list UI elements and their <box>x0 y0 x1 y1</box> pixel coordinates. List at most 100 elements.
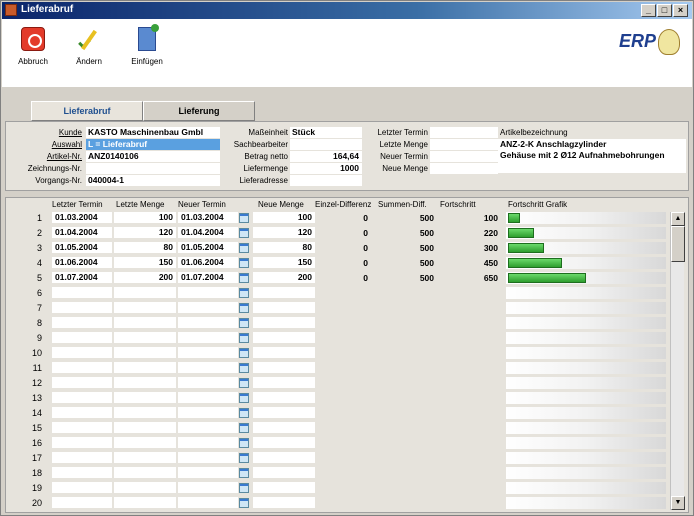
close-button[interactable]: × <box>673 4 688 17</box>
calendar-icon[interactable] <box>239 483 249 493</box>
neuer-termin-cell[interactable] <box>178 317 238 328</box>
calendar-icon[interactable] <box>239 348 249 358</box>
neue-menge-cell[interactable] <box>253 467 315 478</box>
neue-menge-cell[interactable] <box>253 332 315 343</box>
calendar-icon[interactable] <box>239 378 249 388</box>
neuer-termin-cell[interactable] <box>178 437 238 448</box>
letzte-menge-cell[interactable] <box>114 362 176 373</box>
neuer-termin-field[interactable] <box>430 151 498 162</box>
letzte-menge-cell[interactable] <box>114 437 176 448</box>
calendar-icon[interactable] <box>239 318 249 328</box>
calendar-icon[interactable] <box>239 363 249 373</box>
letzter-termin-cell[interactable] <box>52 437 112 448</box>
neuer-termin-cell[interactable] <box>178 377 238 388</box>
letzter-termin-cell[interactable] <box>52 302 112 313</box>
minimize-button[interactable]: _ <box>641 4 656 17</box>
letzter-termin-cell[interactable] <box>52 422 112 433</box>
calendar-icon[interactable] <box>239 423 249 433</box>
neue-menge-cell[interactable]: 80 <box>253 242 315 253</box>
neue-menge-cell[interactable] <box>253 317 315 328</box>
calendar-icon[interactable] <box>239 243 249 253</box>
letzter-termin-cell[interactable] <box>52 287 112 298</box>
letzte-menge-cell[interactable] <box>114 497 176 508</box>
letzter-termin-cell[interactable] <box>52 407 112 418</box>
neuer-termin-cell[interactable] <box>178 422 238 433</box>
sachbearbeiter-field[interactable] <box>290 139 362 150</box>
calendar-icon[interactable] <box>239 393 249 403</box>
letzter-termin-cell[interactable]: 01.05.2004 <box>52 242 112 253</box>
neuer-termin-cell[interactable] <box>178 452 238 463</box>
masseinheit-field[interactable]: Stück <box>290 127 362 138</box>
letzte-menge-cell[interactable]: 120 <box>114 227 176 238</box>
neue-menge-cell[interactable] <box>253 497 315 508</box>
vorgang-field[interactable]: 040004-1 <box>86 175 220 186</box>
calendar-icon[interactable] <box>239 468 249 478</box>
betrag-field[interactable]: 164,64 <box>290 151 362 162</box>
letzte-menge-cell[interactable]: 100 <box>114 212 176 223</box>
neue-menge-cell[interactable] <box>253 452 315 463</box>
scroll-up-button[interactable]: ▲ <box>671 212 685 226</box>
neue-menge-cell[interactable]: 100 <box>253 212 315 223</box>
letzte-menge-cell[interactable]: 200 <box>114 272 176 283</box>
letzter-termin-cell[interactable] <box>52 332 112 343</box>
neue-menge-cell[interactable] <box>253 362 315 373</box>
letzte-menge-cell[interactable] <box>114 407 176 418</box>
artikelbez-field[interactable]: ANZ-2-K Anschlagzylinder Gehäuse mit 2 Ø… <box>498 139 686 173</box>
scroll-down-button[interactable]: ▼ <box>671 496 685 510</box>
neue-menge-cell[interactable] <box>253 392 315 403</box>
neue-menge-cell[interactable] <box>253 377 315 388</box>
letzte-menge-cell[interactable] <box>114 392 176 403</box>
calendar-icon[interactable] <box>239 333 249 343</box>
neuer-termin-cell[interactable] <box>178 332 238 343</box>
letzter-termin-cell[interactable]: 01.03.2004 <box>52 212 112 223</box>
letzter-termin-field[interactable] <box>430 127 498 138</box>
kunde-field[interactable]: KASTO Maschinenbau Gmbl <box>86 127 220 138</box>
neuer-termin-cell[interactable] <box>178 467 238 478</box>
letzte-menge-cell[interactable] <box>114 467 176 478</box>
letzte-menge-cell[interactable] <box>114 377 176 388</box>
grid-scrollbar[interactable]: ▲ ▼ <box>670 212 685 510</box>
neue-menge-cell[interactable]: 150 <box>253 257 315 268</box>
letzter-termin-cell[interactable] <box>52 317 112 328</box>
neuer-termin-cell[interactable]: 01.05.2004 <box>178 242 238 253</box>
letzter-termin-cell[interactable]: 01.06.2004 <box>52 257 112 268</box>
einfuegen-button[interactable]: Einfügen <box>122 23 172 66</box>
artikel-label[interactable]: Artikel-Nr. <box>8 152 82 161</box>
calendar-icon[interactable] <box>239 408 249 418</box>
neuer-termin-cell[interactable]: 01.06.2004 <box>178 257 238 268</box>
neue-menge-cell[interactable]: 120 <box>253 227 315 238</box>
letzte-menge-cell[interactable] <box>114 452 176 463</box>
lieferadresse-field[interactable] <box>290 175 362 186</box>
calendar-icon[interactable] <box>239 498 249 508</box>
artikel-field[interactable]: ANZ0140106 <box>86 151 220 162</box>
letzte-menge-cell[interactable] <box>114 317 176 328</box>
scroll-thumb[interactable] <box>671 226 685 262</box>
neuer-termin-cell[interactable] <box>178 392 238 403</box>
letzte-menge-cell[interactable] <box>114 347 176 358</box>
neue-menge-cell[interactable] <box>253 302 315 313</box>
neue-menge-cell[interactable] <box>253 482 315 493</box>
letzte-menge-cell[interactable] <box>114 482 176 493</box>
aendern-button[interactable]: Ändern <box>64 23 114 66</box>
neuer-termin-cell[interactable]: 01.04.2004 <box>178 227 238 238</box>
neue-menge-cell[interactable] <box>253 437 315 448</box>
letzte-menge-cell[interactable]: 150 <box>114 257 176 268</box>
neuer-termin-cell[interactable] <box>178 497 238 508</box>
letzte-menge-cell[interactable]: 80 <box>114 242 176 253</box>
calendar-icon[interactable] <box>239 228 249 238</box>
letzte-menge-cell[interactable] <box>114 302 176 313</box>
zeichnung-field[interactable] <box>86 163 220 174</box>
letzter-termin-cell[interactable] <box>52 467 112 478</box>
neuer-termin-cell[interactable]: 01.03.2004 <box>178 212 238 223</box>
letzter-termin-cell[interactable] <box>52 497 112 508</box>
neue-menge-cell[interactable]: 200 <box>253 272 315 283</box>
neue-menge-cell[interactable] <box>253 287 315 298</box>
kunde-label[interactable]: Kunde <box>8 128 82 137</box>
letzte-menge-field[interactable] <box>430 139 498 150</box>
letzter-termin-cell[interactable]: 01.07.2004 <box>52 272 112 283</box>
letzte-menge-cell[interactable] <box>114 287 176 298</box>
letzter-termin-cell[interactable] <box>52 362 112 373</box>
letzte-menge-cell[interactable] <box>114 332 176 343</box>
tab-lieferung[interactable]: Lieferung <box>143 101 255 121</box>
neuer-termin-cell[interactable] <box>178 287 238 298</box>
